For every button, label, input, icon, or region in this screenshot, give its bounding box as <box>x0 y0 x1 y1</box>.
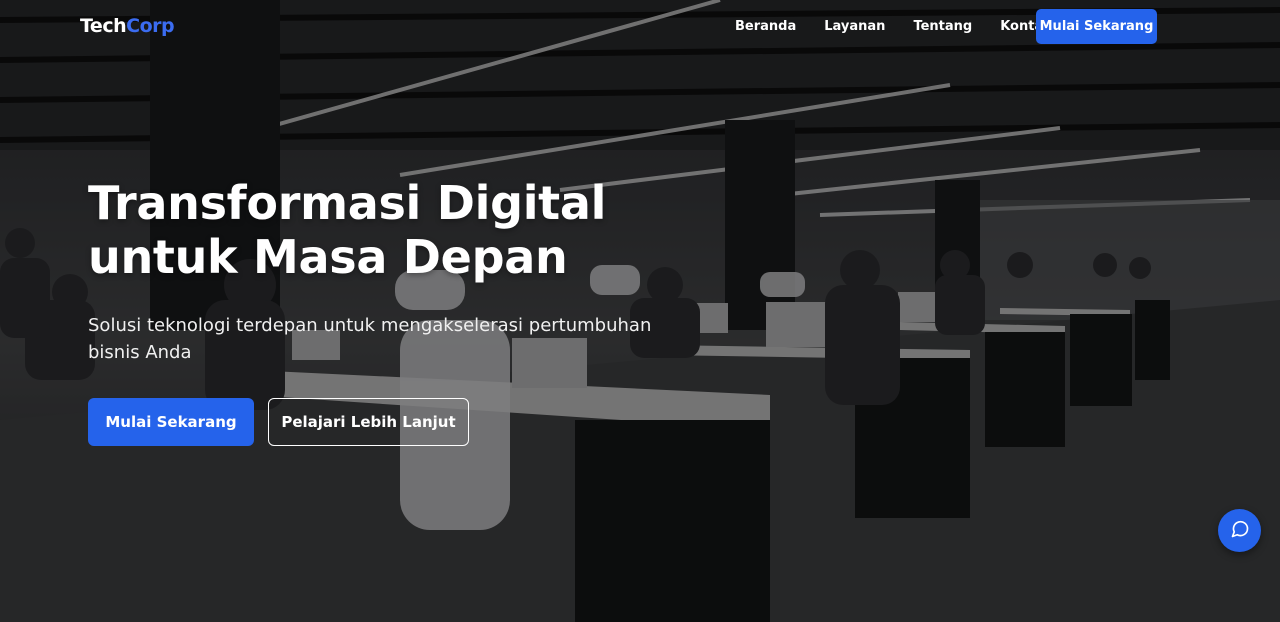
hero-title-line1: Transformasi Digital <box>88 176 607 230</box>
hero-dark-overlay <box>0 0 1280 622</box>
nav-link-beranda[interactable]: Beranda <box>735 19 796 34</box>
hero-primary-button[interactable]: Mulai Sekarang <box>88 398 254 446</box>
brand-name-part1: Tech <box>80 15 127 37</box>
nav-links: Beranda Layanan Tentang Kontak <box>735 19 1052 34</box>
brand-name-part2: Corp <box>126 15 175 37</box>
brand-logo[interactable]: TechCorp <box>80 15 175 37</box>
nav-cta-button[interactable]: Mulai Sekarang <box>1036 9 1157 44</box>
hero-title: Transformasi Digital untuk Masa Depan <box>88 176 708 284</box>
nav-link-tentang[interactable]: Tentang <box>913 19 972 34</box>
hero-title-line2: untuk Masa Depan <box>88 230 568 284</box>
hero-secondary-button[interactable]: Pelajari Lebih Lanjut <box>268 398 469 446</box>
chat-button[interactable] <box>1218 509 1261 552</box>
top-navbar: TechCorp Beranda Layanan Tentang Kontak … <box>0 0 1280 56</box>
nav-link-layanan[interactable]: Layanan <box>824 19 885 34</box>
hero-subtitle: Solusi teknologi terdepan untuk mengakse… <box>88 315 652 363</box>
chat-bubble-icon <box>1230 519 1250 543</box>
